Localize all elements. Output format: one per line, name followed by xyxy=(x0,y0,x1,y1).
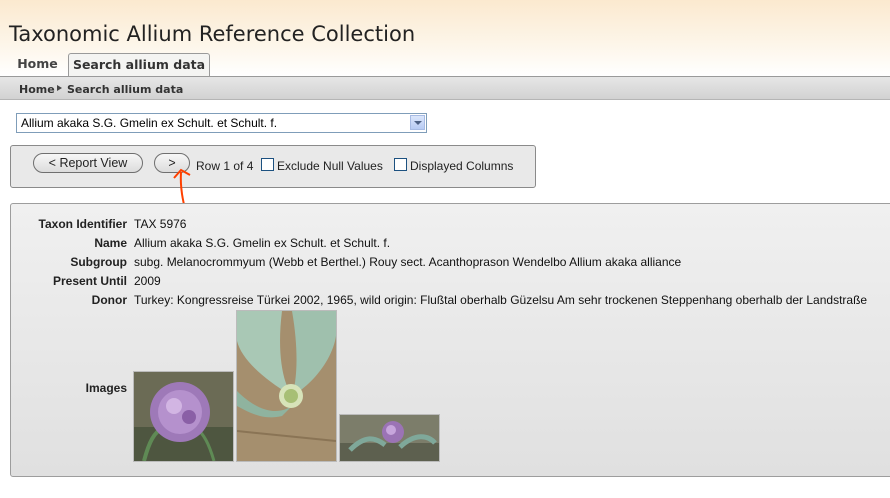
field-value-taxon-identifier: TAX 5976 xyxy=(134,217,187,231)
field-value-name: Allium akaka S.G. Gmelin ex Schult. et S… xyxy=(134,236,391,250)
record-select[interactable]: Allium akaka S.G. Gmelin ex Schult. et S… xyxy=(16,113,427,133)
displayed-columns-checkbox[interactable] xyxy=(394,158,407,171)
field-label-present-until: Present Until xyxy=(52,274,127,288)
tab-home[interactable]: Home xyxy=(10,53,65,75)
exclude-null-checkbox[interactable] xyxy=(261,158,274,171)
app-header: Taxonomic Allium Reference Collection Ho… xyxy=(0,0,890,77)
navigation-toolbar: < Report View > Row 1 of 4 Exclude Null … xyxy=(10,145,536,188)
field-label-subgroup: Subgroup xyxy=(70,255,127,269)
field-value-present-until: 2009 xyxy=(134,274,161,288)
breadcrumb-arrow-icon xyxy=(57,85,62,91)
field-label-donor: Donor xyxy=(91,293,127,307)
displayed-columns-label[interactable]: Displayed Columns xyxy=(410,159,513,173)
allium-photo-1[interactable] xyxy=(133,371,234,462)
exclude-null-label[interactable]: Exclude Null Values xyxy=(277,159,383,173)
chevron-down-icon[interactable] xyxy=(410,115,425,130)
record-select-value: Allium akaka S.G. Gmelin ex Schult. et S… xyxy=(21,116,278,130)
field-value-subgroup: subg. Melanocrommyum (Webb et Berthel.) … xyxy=(134,255,682,269)
field-label-name: Name xyxy=(94,236,127,250)
allium-photo-3[interactable] xyxy=(339,414,440,462)
breadcrumb: Home Search allium data xyxy=(0,77,890,100)
report-view-button[interactable]: < Report View xyxy=(33,153,143,173)
field-value-donor: Turkey: Kongressreise Türkei 2002, 1965,… xyxy=(134,293,868,307)
breadcrumb-home-link[interactable]: Home xyxy=(19,83,55,96)
app-title: Taxonomic Allium Reference Collection xyxy=(9,22,416,46)
field-label-taxon-identifier: Taxon Identifier xyxy=(38,217,127,231)
tab-search-allium-data[interactable]: Search allium data xyxy=(68,53,210,77)
record-detail-panel: Taxon Identifier TAX 5976 Name Allium ak… xyxy=(10,203,890,477)
breadcrumb-current: Search allium data xyxy=(67,83,184,96)
allium-photo-2[interactable] xyxy=(236,310,337,462)
row-counter: Row 1 of 4 xyxy=(196,159,254,173)
field-label-images: Images xyxy=(85,381,127,395)
